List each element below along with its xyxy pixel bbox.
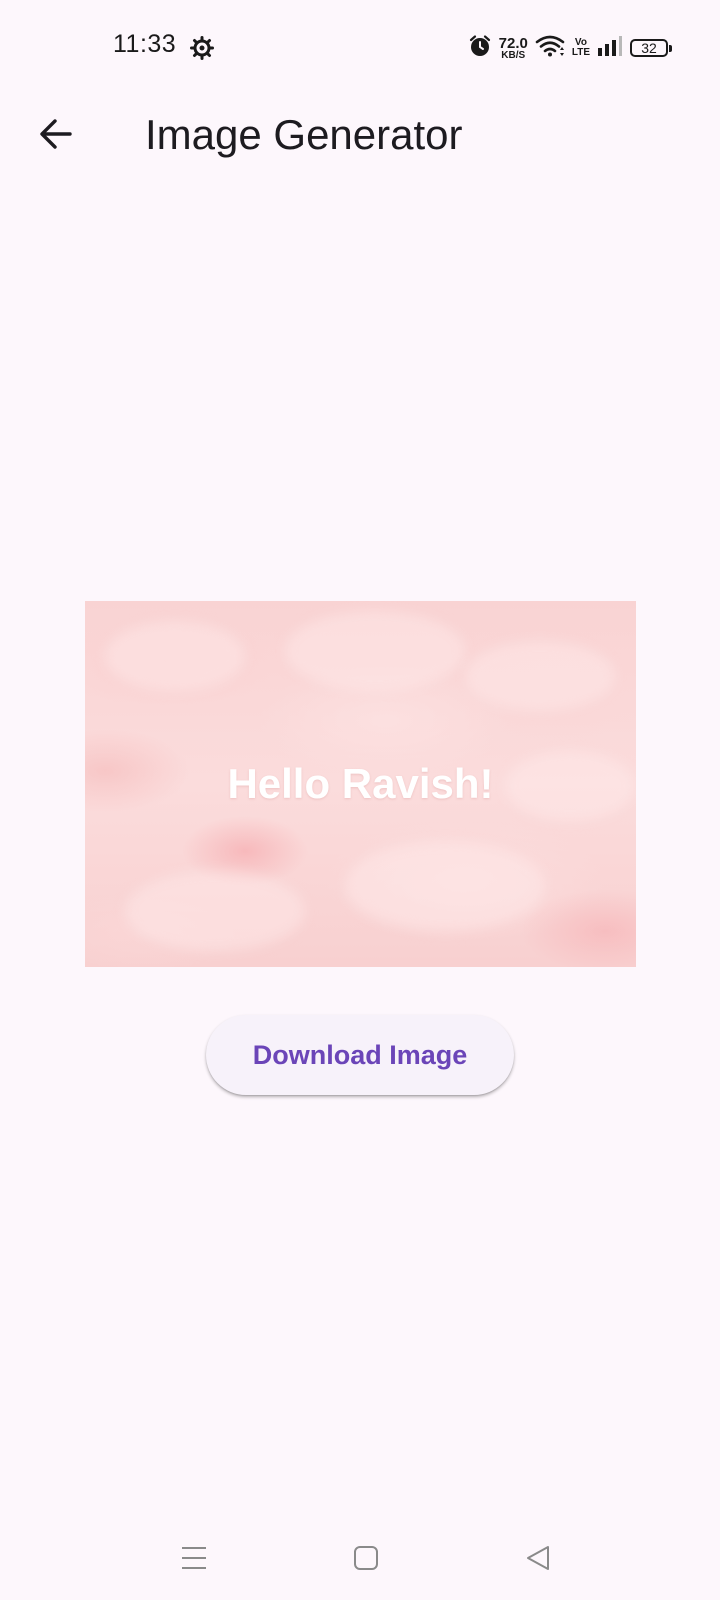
wifi-icon: [535, 34, 565, 63]
volte-bottom-label: LTE: [571, 47, 590, 58]
network-speed-value: 72.0: [498, 34, 528, 52]
back-icon: [524, 1544, 552, 1577]
nav-menu-button[interactable]: [168, 1534, 220, 1586]
battery-level: 32: [641, 40, 657, 56]
back-button[interactable]: [28, 108, 84, 164]
navigation-bar: [0, 1520, 720, 1600]
alarm-icon: [468, 34, 492, 63]
nav-back-button[interactable]: [512, 1534, 564, 1586]
home-icon: [352, 1544, 380, 1577]
network-speed: 72.0 KB/S: [499, 36, 528, 61]
download-image-button[interactable]: Download Image: [206, 1015, 514, 1095]
generated-image: Hello Ravish!: [85, 601, 636, 967]
settings-gear-icon: [190, 36, 214, 60]
page-title: Image Generator: [145, 111, 463, 158]
status-bar: 11:33 72.0 KB/S Vo LTE 32: [0, 0, 720, 96]
network-speed-unit: KB/S: [501, 49, 526, 61]
image-caption: Hello Ravish!: [227, 760, 494, 807]
arrow-back-icon: [38, 116, 74, 157]
battery-icon: 32: [630, 39, 672, 57]
nav-home-button[interactable]: [340, 1534, 392, 1586]
volte-icon: Vo LTE: [572, 38, 590, 58]
app-bar: Image Generator: [0, 96, 720, 176]
menu-icon: [179, 1545, 209, 1576]
status-time: 11:33: [113, 30, 177, 58]
signal-icon: [597, 35, 623, 62]
screen: 11:33 72.0 KB/S Vo LTE 32 Image Generato…: [0, 0, 720, 1600]
status-indicators: 72.0 KB/S Vo LTE 32: [468, 32, 672, 64]
